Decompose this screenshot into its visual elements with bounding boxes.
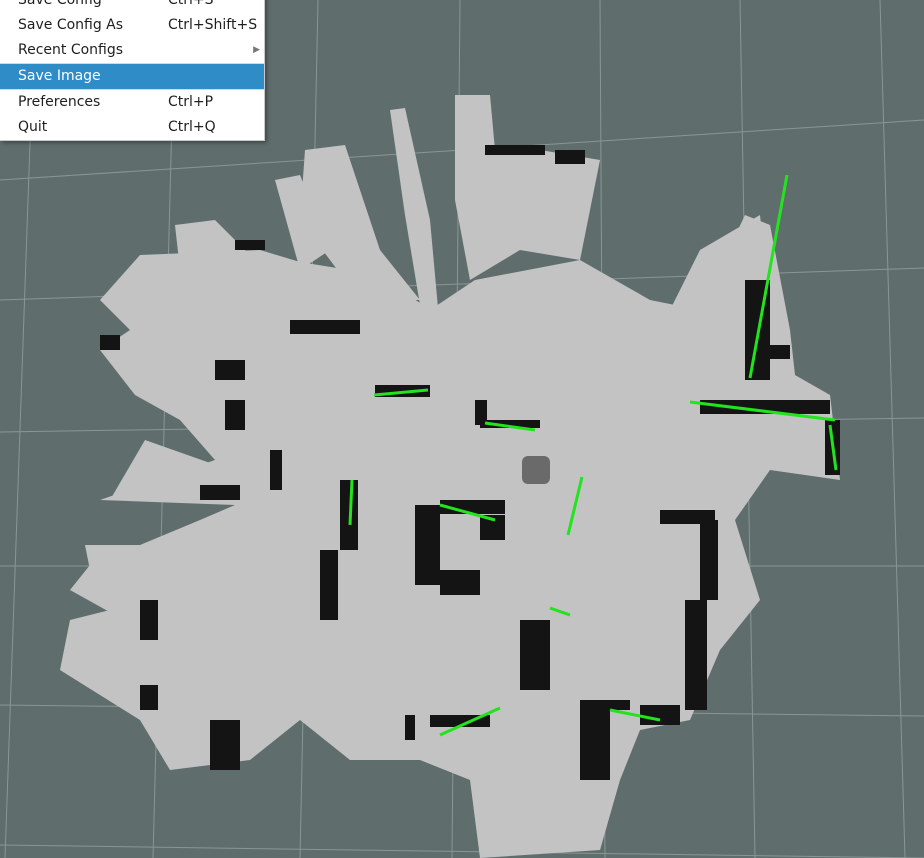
menu-item-save-config-as[interactable]: Save Config As Ctrl+Shift+S bbox=[0, 13, 264, 38]
menu-item-shortcut: Ctrl+Shift+S bbox=[168, 17, 258, 33]
menu-item-shortcut: Ctrl+S bbox=[168, 0, 214, 8]
menu-item-preferences[interactable]: Preferences Ctrl+P bbox=[0, 90, 264, 115]
menu-item-save-config[interactable]: Save Config Ctrl+S bbox=[0, 0, 264, 13]
menu-item-label: Save Config As bbox=[18, 17, 124, 33]
robot-marker bbox=[522, 456, 550, 484]
menu-item-label: Save Config bbox=[18, 0, 102, 8]
menu-item-recent-configs[interactable]: Recent Configs ▶ bbox=[0, 38, 264, 63]
menu-item-label: Recent Configs bbox=[18, 42, 124, 58]
menu-item-shortcut: Ctrl+Q bbox=[168, 119, 216, 135]
menu-item-save-image[interactable]: Save Image bbox=[0, 64, 264, 89]
menu-item-label: Save Image bbox=[18, 68, 101, 84]
menu-item-label: Quit bbox=[18, 119, 48, 135]
menu-item-label: Preferences bbox=[18, 94, 101, 110]
file-menu: Save Config Ctrl+S Save Config As Ctrl+S… bbox=[0, 0, 265, 141]
menu-item-shortcut: Ctrl+P bbox=[168, 94, 214, 110]
menu-item-quit[interactable]: Quit Ctrl+Q bbox=[0, 115, 264, 140]
occupancy-free-space bbox=[60, 95, 840, 858]
submenu-arrow-icon: ▶ bbox=[253, 45, 260, 55]
